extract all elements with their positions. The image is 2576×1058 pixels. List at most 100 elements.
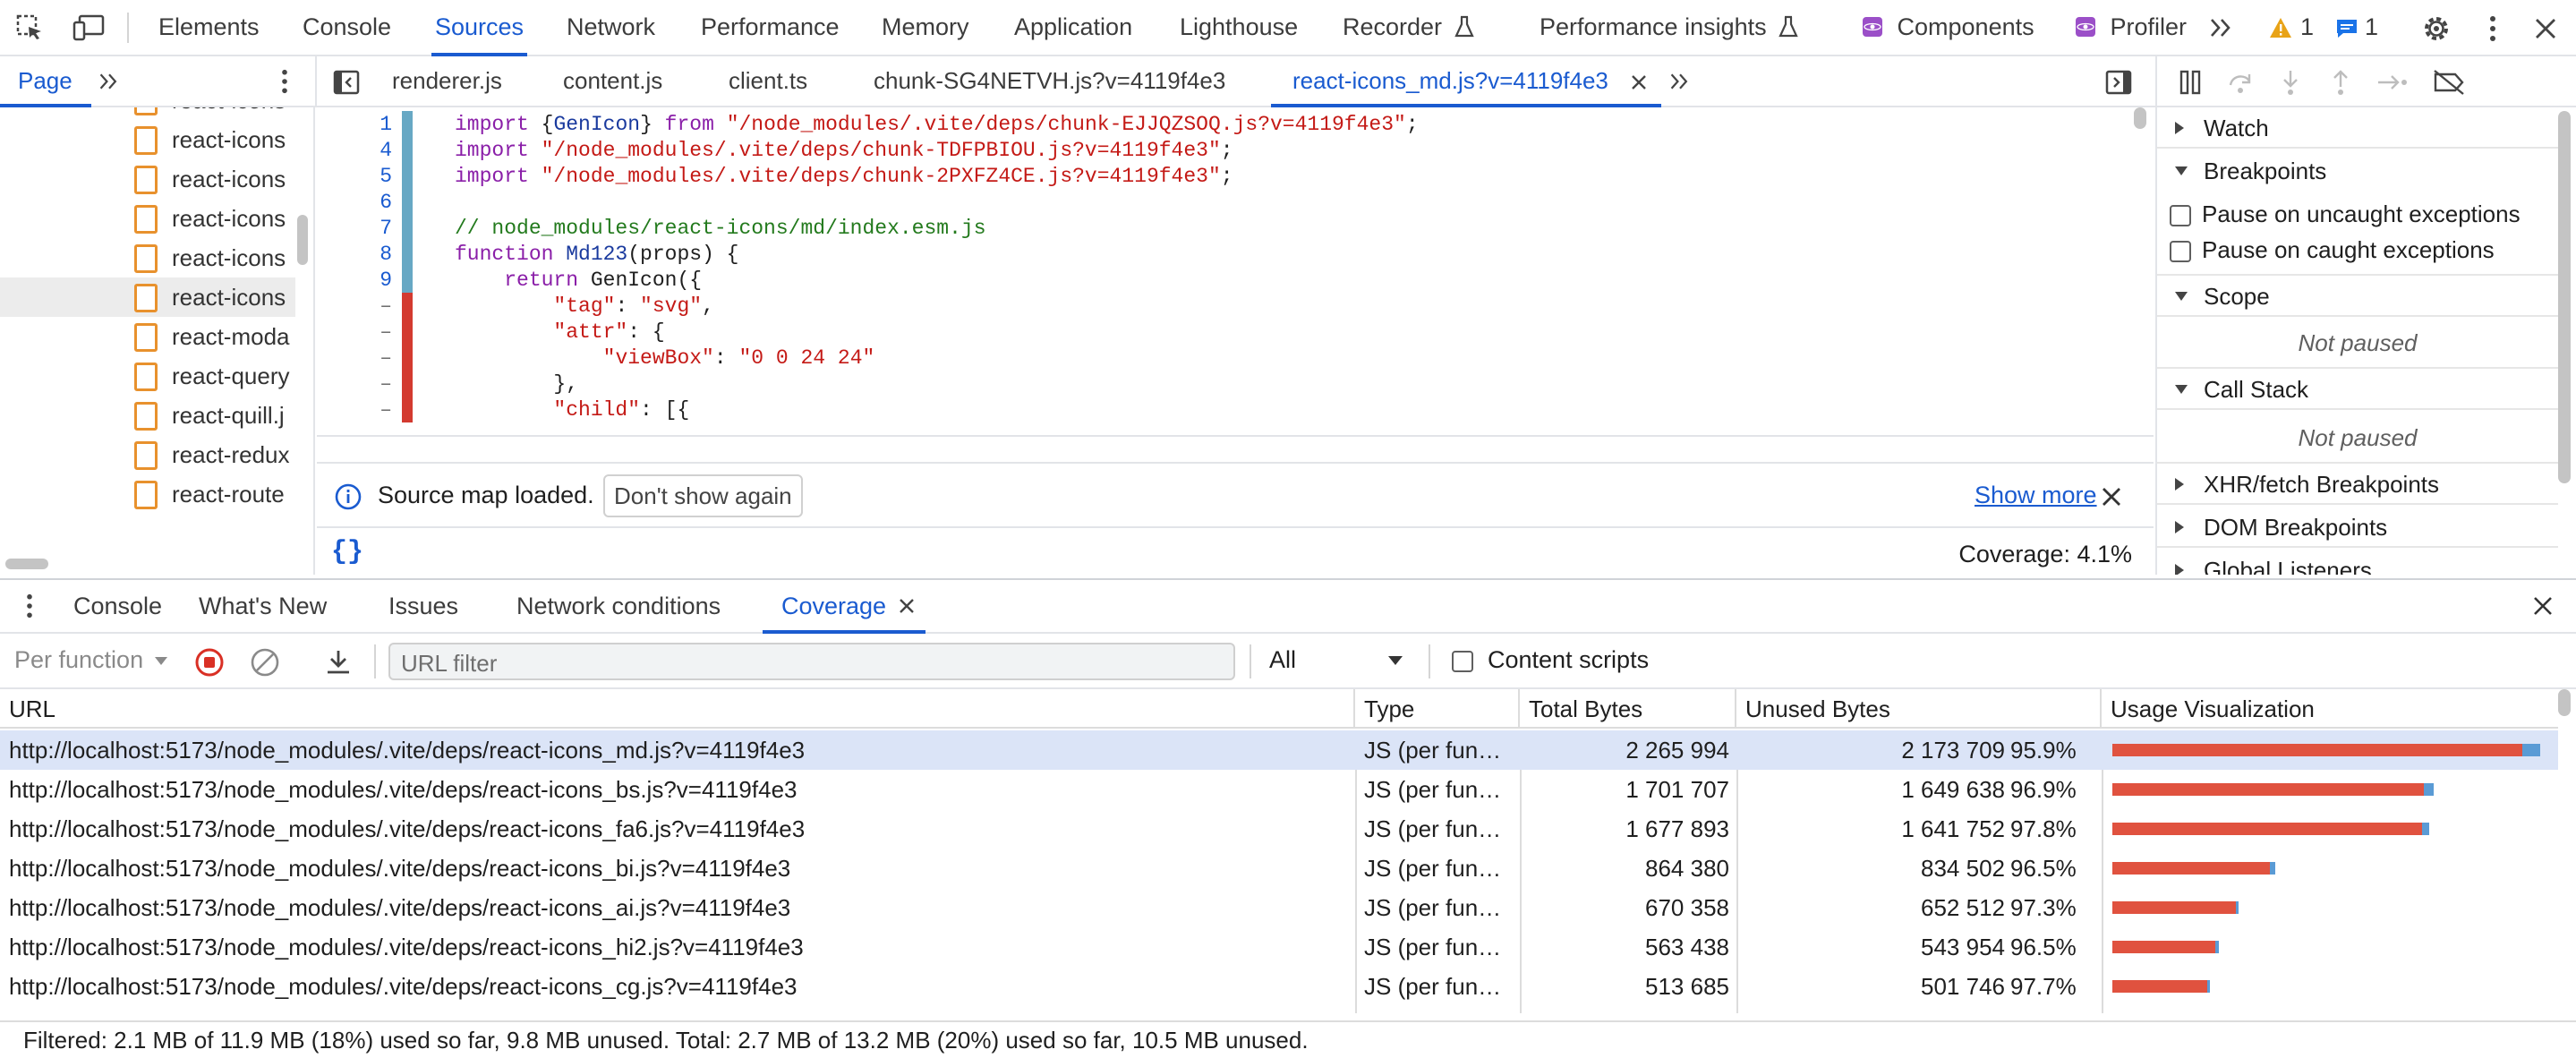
url-filter-input[interactable]: URL filter — [388, 643, 1235, 680]
navigator-file[interactable]: react-quill.j — [0, 396, 295, 435]
drawer-tab-issues[interactable]: Issues — [388, 580, 458, 632]
close-drawer-icon[interactable] — [2529, 593, 2556, 619]
navigator-file[interactable]: react-moda — [0, 317, 295, 356]
close-devtools-icon[interactable] — [2529, 13, 2562, 45]
section-breakpoints[interactable]: Breakpoints — [2157, 150, 2558, 192]
tab-profiler[interactable]: Profiler — [2075, 0, 2187, 55]
step-over-icon[interactable] — [2225, 67, 2256, 98]
message-icon[interactable] — [2334, 16, 2359, 41]
column-header-url[interactable]: URL — [0, 689, 1355, 729]
file-tab-react-icons-md[interactable]: react-icons_md.js?v=4119f4e3 — [1292, 56, 1608, 106]
line-number[interactable]: 6 — [317, 191, 392, 214]
table-row[interactable]: http://localhost:5173/node_modules/.vite… — [0, 888, 2558, 927]
tab-memory[interactable]: Memory — [882, 0, 969, 55]
clear-icon[interactable] — [249, 646, 281, 678]
section-scope[interactable]: Scope — [2157, 276, 2558, 317]
navigator-file-selected[interactable]: react-icons — [0, 277, 295, 317]
section-call-stack[interactable]: Call Stack — [2157, 369, 2558, 410]
navigator-vertical-scrollbar[interactable] — [297, 215, 308, 265]
more-navigator-tabs-icon[interactable] — [97, 69, 122, 94]
more-file-tabs-icon[interactable] — [1667, 69, 1693, 94]
drawer-tab-coverage[interactable]: Coverage — [781, 580, 886, 632]
line-number-collapsed[interactable]: – — [317, 294, 392, 318]
inspect-element-icon[interactable] — [14, 13, 45, 43]
show-more-link[interactable]: Show more — [1975, 482, 2097, 509]
step-into-icon[interactable] — [2275, 67, 2306, 98]
pause-uncaught-checkbox[interactable] — [2170, 205, 2191, 226]
tab-components[interactable]: Components — [1862, 0, 2034, 55]
line-number[interactable]: 1 — [317, 113, 392, 136]
column-header-usage-visualization[interactable]: Usage Visualization — [2102, 689, 2558, 729]
tab-performance[interactable]: Performance — [701, 0, 840, 55]
section-dom-breakpoints[interactable]: DOM Breakpoints — [2157, 507, 2558, 548]
table-row[interactable]: http://localhost:5173/node_modules/.vite… — [0, 730, 2558, 770]
file-tab-content[interactable]: content.js — [563, 56, 662, 106]
tab-page[interactable]: Page — [18, 56, 73, 106]
tab-recorder[interactable]: Recorder — [1343, 0, 1474, 55]
tab-lighthouse[interactable]: Lighthouse — [1180, 0, 1298, 55]
pretty-print-button[interactable]: {} — [331, 537, 363, 567]
close-tab-icon[interactable] — [1627, 71, 1651, 94]
line-number[interactable]: 7 — [317, 217, 392, 240]
navigator-menu-icon[interactable] — [272, 67, 297, 96]
warnings-count[interactable]: 1 — [2300, 0, 2314, 55]
navigator-file[interactable]: react-route — [0, 474, 295, 514]
tab-console[interactable]: Console — [303, 0, 391, 55]
device-toolbar-icon[interactable] — [72, 13, 106, 43]
drawer-tab-network-conditions[interactable]: Network conditions — [516, 580, 721, 632]
tab-sources[interactable]: Sources — [431, 0, 528, 56]
deactivate-breakpoints-icon[interactable] — [2431, 67, 2467, 98]
drawer-menu-icon[interactable] — [18, 591, 41, 621]
tab-network[interactable]: Network — [567, 0, 655, 55]
tab-elements[interactable]: Elements — [158, 0, 260, 55]
navigator-file[interactable]: react-icons — [0, 120, 295, 159]
navigator-file[interactable]: react-query — [0, 356, 295, 396]
table-row[interactable]: http://localhost:5173/node_modules/.vite… — [0, 770, 2558, 809]
line-number-collapsed[interactable]: – — [317, 398, 392, 422]
table-row[interactable]: http://localhost:5173/node_modules/.vite… — [0, 927, 2558, 967]
line-number[interactable]: 9 — [317, 269, 392, 292]
step-icon[interactable] — [2376, 67, 2410, 98]
line-number-collapsed[interactable]: – — [317, 346, 392, 370]
table-row[interactable]: http://localhost:5173/node_modules/.vite… — [0, 967, 2558, 1006]
line-number-collapsed[interactable]: – — [317, 320, 392, 344]
editor-vertical-scrollbar[interactable] — [2134, 107, 2146, 129]
section-watch[interactable]: Watch — [2157, 107, 2558, 149]
export-download-icon[interactable] — [322, 646, 354, 678]
sidebar-vertical-scrollbar[interactable] — [2558, 111, 2571, 483]
navigator-file[interactable]: react-icons — [0, 107, 295, 120]
type-filter-select[interactable]: All — [1269, 646, 1412, 674]
section-xhr-breakpoints[interactable]: XHR/fetch Breakpoints — [2157, 464, 2558, 505]
close-coverage-tab-icon[interactable] — [895, 594, 918, 618]
warning-icon[interactable] — [2268, 15, 2293, 40]
file-tab-renderer[interactable]: renderer.js — [392, 56, 502, 106]
code-editor[interactable]: 1 import {GenIcon} from "/node_modules/.… — [317, 107, 2154, 431]
table-scrollbar-thumb[interactable] — [2558, 689, 2571, 716]
drawer-tab-console[interactable]: Console — [73, 580, 162, 632]
close-infobar-icon[interactable] — [2098, 483, 2125, 510]
tab-application[interactable]: Application — [1014, 0, 1132, 55]
file-tab-client[interactable]: client.ts — [729, 56, 807, 106]
step-out-icon[interactable] — [2325, 67, 2356, 98]
more-tabs-chevron-icon[interactable] — [2207, 14, 2236, 41]
file-tab-chunk[interactable]: chunk-SG4NETVH.js?v=4119f4e3 — [874, 56, 1225, 106]
line-number[interactable]: 5 — [317, 165, 392, 188]
toggle-navigator-icon[interactable] — [331, 67, 362, 98]
navigator-file[interactable]: react-redux — [0, 435, 295, 474]
column-header-type[interactable]: Type — [1355, 689, 1520, 729]
navigator-file[interactable]: react-icons — [0, 238, 295, 277]
navigator-horizontal-scrollbar[interactable] — [5, 559, 48, 569]
toggle-debugger-icon[interactable] — [2103, 67, 2134, 98]
column-header-total-bytes[interactable]: Total Bytes — [1520, 689, 1736, 729]
table-row[interactable]: http://localhost:5173/node_modules/.vite… — [0, 849, 2558, 888]
section-global-listeners[interactable]: Global Listeners — [2157, 550, 2558, 575]
settings-gear-icon[interactable] — [2420, 13, 2452, 45]
navigator-file[interactable]: react-icons — [0, 199, 295, 238]
dont-show-again-button[interactable]: Don't show again — [603, 474, 803, 517]
pause-caught-checkbox[interactable] — [2170, 241, 2191, 262]
line-number-collapsed[interactable]: – — [317, 372, 392, 396]
tab-performance-insights[interactable]: Performance insights — [1540, 0, 1798, 55]
content-scripts-checkbox[interactable] — [1452, 651, 1473, 672]
table-row[interactable]: http://localhost:5173/node_modules/.vite… — [0, 809, 2558, 849]
pause-icon[interactable] — [2175, 67, 2205, 98]
